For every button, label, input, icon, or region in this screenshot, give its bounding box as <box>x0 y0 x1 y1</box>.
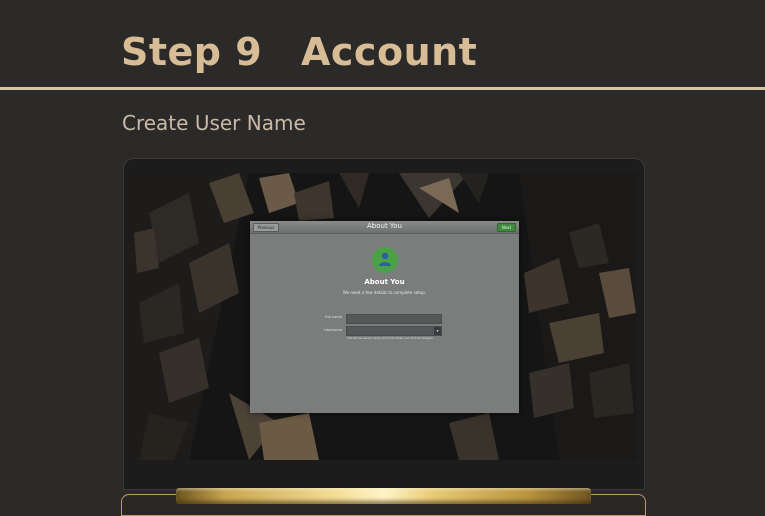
section-subtitle: Create User Name <box>122 111 306 135</box>
dialog-subheading: We need a few details to complete setup. <box>342 290 427 295</box>
previous-button[interactable]: Previous <box>253 223 279 232</box>
step-title: Account <box>301 30 478 74</box>
username-hint: This will be used to name your home fold… <box>347 337 434 340</box>
about-you-dialog: About You Previous Next About You We nee… <box>250 221 519 413</box>
chevron-down-icon[interactable]: ▾ <box>434 327 441 335</box>
dialog-title: About You <box>367 222 402 230</box>
page-title: Step 9 Account <box>121 30 477 74</box>
full-name-field[interactable] <box>346 314 442 324</box>
laptop-screen: About You Previous Next About You We nee… <box>129 173 636 460</box>
next-button[interactable]: Next <box>497 223 516 232</box>
dialog-heading: About You <box>364 278 405 286</box>
user-icon <box>379 252 391 266</box>
dialog-titlebar: About You Previous Next <box>250 221 519 234</box>
laptop-hinge <box>176 488 591 504</box>
full-name-label: Full name <box>324 315 342 319</box>
username-field[interactable]: ▾ <box>346 326 442 336</box>
username-label: Username <box>324 328 342 332</box>
user-avatar <box>372 247 398 273</box>
header-divider <box>0 87 765 90</box>
step-number: Step 9 <box>121 30 263 74</box>
